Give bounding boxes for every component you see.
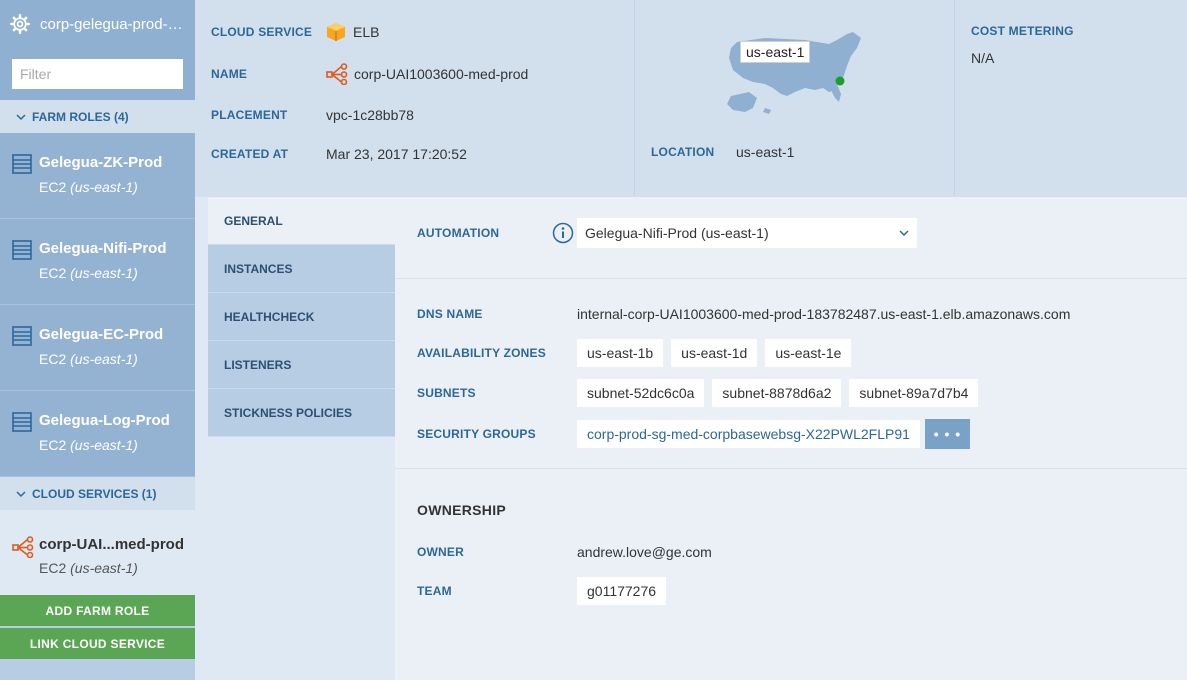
tab-bar: GENERAL INSTANCES HEALTHCHECK LISTENERS … (208, 197, 395, 437)
cloud-service-platform: EC2 (us-east-1) (39, 560, 138, 576)
cloud-service-row: CLOUD SERVICE ELB (211, 22, 379, 42)
farm-role-platform: EC2 (us-east-1) (39, 351, 138, 367)
cloud-services-header-label: CLOUD SERVICES (1) (32, 486, 157, 501)
tab-instances[interactable]: INSTANCES (208, 245, 395, 293)
filter-wrap (0, 48, 195, 100)
farm-title: corp-gelegua-prod-UAI1003600 (40, 15, 192, 33)
cost-block: COST METERING N/A (971, 24, 1074, 66)
summary-panel: CLOUD SERVICE ELB NAME corp-UAI1003600-m… (195, 0, 1187, 197)
server-icon (12, 326, 32, 346)
subnets-label: SUBNETS (417, 386, 476, 400)
divider (954, 0, 955, 197)
farm-role-item[interactable]: Gelegua-ZK-Prod EC2 (us-east-1) (0, 133, 195, 219)
owner-value: andrew.love@ge.com (577, 544, 712, 560)
placement-row: PLACEMENT vpc-1c28bb78 (211, 107, 414, 123)
location-row: LOCATION us-east-1 (651, 144, 794, 160)
farm-role-item[interactable]: Gelegua-Nifi-Prod EC2 (us-east-1) (0, 219, 195, 305)
placement-value: vpc-1c28bb78 (326, 107, 414, 123)
tab-general[interactable]: GENERAL (208, 197, 395, 245)
sidebar: corp-gelegua-prod-UAI1003600 FARM ROLES … (0, 0, 195, 680)
zone-chip: us-east-1d (671, 339, 758, 367)
us-map-image (727, 32, 861, 114)
farm-role-item[interactable]: Gelegua-Log-Prod EC2 (us-east-1) (0, 391, 195, 477)
divider (634, 0, 635, 197)
farm-role-item[interactable]: Gelegua-EC-Prod EC2 (us-east-1) (0, 305, 195, 391)
subnet-chip: subnet-52dc6c0a (577, 379, 705, 407)
tab-healthcheck[interactable]: HEALTHCHECK (208, 293, 395, 341)
server-icon (12, 412, 32, 432)
created-label: CREATED AT (211, 147, 289, 161)
cloud-service-value: ELB (353, 24, 380, 40)
chevron-down-icon (899, 230, 909, 237)
farm-role-name: Gelegua-Log-Prod (39, 412, 170, 429)
farm-role-platform: EC2 (us-east-1) (39, 437, 138, 453)
tab-listeners[interactable]: LISTENERS (208, 341, 395, 389)
zone-chip: us-east-1e (765, 339, 852, 367)
subnets-row: SUBNETS subnet-52dc6c0a subnet-8878d6a2 … (417, 379, 986, 407)
gear-icon[interactable] (10, 14, 30, 34)
dns-label: DNS NAME (417, 307, 483, 321)
more-security-groups-button[interactable]: • • • (924, 419, 970, 449)
farm-role-name: Gelegua-Nifi-Prod (39, 240, 167, 257)
automation-select-value: Gelegua-Nifi-Prod (us-east-1) (585, 225, 769, 241)
security-group-link[interactable]: corp-prod-sg-med-corpbasewebsg-X22PWL2FL… (577, 420, 920, 448)
subnet-chip: subnet-8878d6a2 (712, 379, 842, 407)
created-row: CREATED AT Mar 23, 2017 17:20:52 (211, 146, 467, 162)
tab-stickness-policies[interactable]: STICKNESS POLICIES (208, 389, 395, 437)
team-row: TEAM g01177276 (417, 577, 674, 605)
divider (395, 278, 1187, 279)
dns-value: internal-corp-UAI1003600-med-prod-183782… (577, 306, 1071, 322)
security-groups-row: SECURITY GROUPS corp-prod-sg-med-corpbas… (417, 419, 970, 449)
location-value: us-east-1 (736, 144, 795, 160)
cost-label: COST METERING (971, 24, 1074, 38)
load-balancer-icon (12, 536, 34, 558)
automation-label: AUTOMATION (417, 226, 500, 240)
load-balancer-icon (326, 63, 348, 85)
placement-label: PLACEMENT (211, 108, 288, 122)
team-chip: g01177276 (577, 577, 667, 605)
ownership-title: OWNERSHIP (417, 502, 507, 518)
info-icon[interactable] (552, 222, 574, 244)
farm-role-name: Gelegua-EC-Prod (39, 326, 164, 343)
farm-role-platform: EC2 (us-east-1) (39, 265, 138, 281)
owner-row: OWNER andrew.love@ge.com (417, 544, 712, 560)
link-cloud-service-button[interactable]: LINK CLOUD SERVICE (0, 628, 195, 659)
cloud-service-name: corp-UAI...med-prod (39, 536, 184, 553)
farm-header: corp-gelegua-prod-UAI1003600 (0, 0, 195, 48)
subnet-chip: subnet-89a7d7b4 (849, 379, 979, 407)
farm-role-name: Gelegua-ZK-Prod (39, 154, 163, 171)
map-region-tag: us-east-1 (740, 41, 811, 63)
chevron-down-icon (16, 113, 26, 120)
cloud-service-label: CLOUD SERVICE (211, 25, 313, 39)
location-label: LOCATION (651, 145, 715, 159)
server-icon (12, 240, 32, 260)
filter-input[interactable] (12, 59, 183, 89)
zone-chip: us-east-1b (577, 339, 664, 367)
cloud-service-item[interactable]: corp-UAI...med-prod EC2 (us-east-1) (0, 510, 195, 596)
cloud-services-section-header[interactable]: CLOUD SERVICES (1) (0, 477, 195, 510)
name-label: NAME (211, 67, 248, 81)
owner-label: OWNER (417, 545, 464, 559)
chevron-down-icon (16, 490, 26, 497)
name-value: corp-UAI1003600-med-prod (354, 66, 529, 82)
farm-roles-header-label: FARM ROLES (4) (32, 109, 129, 124)
security-groups-label: SECURITY GROUPS (417, 427, 536, 441)
aws-box-icon (327, 23, 345, 41)
automation-row: AUTOMATION Gelegua-Nifi-Prod (us-east-1) (417, 218, 917, 248)
divider (395, 468, 1187, 469)
team-label: TEAM (417, 584, 452, 598)
farm-roles-section-header[interactable]: FARM ROLES (4) (0, 100, 195, 133)
created-value: Mar 23, 2017 17:20:52 (326, 146, 467, 162)
server-icon (12, 154, 32, 174)
name-row: NAME corp-UAI1003600-med-prod (211, 63, 528, 85)
availability-zones-row: AVAILABILITY ZONES us-east-1b us-east-1d… (417, 339, 859, 367)
automation-select[interactable]: Gelegua-Nifi-Prod (us-east-1) (577, 218, 917, 248)
cost-value: N/A (971, 50, 995, 66)
add-farm-role-button[interactable]: ADD FARM ROLE (0, 595, 195, 626)
farm-role-platform: EC2 (us-east-1) (39, 179, 138, 195)
dns-row: DNS NAME internal-corp-UAI1003600-med-pr… (417, 306, 1070, 322)
availability-zones-label: AVAILABILITY ZONES (417, 346, 546, 360)
